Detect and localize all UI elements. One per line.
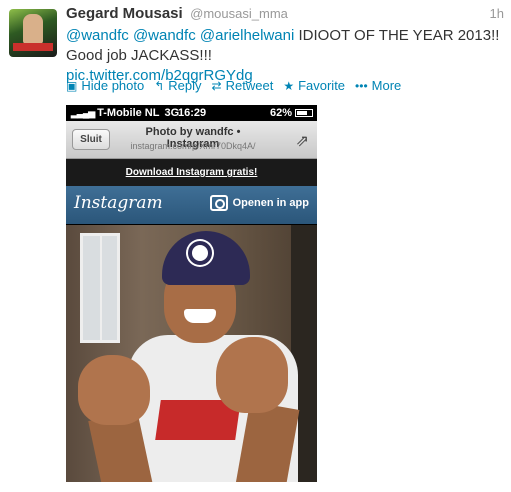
- person-left-hand: [78, 355, 150, 425]
- open-in-app: Openen in app: [209, 195, 309, 211]
- person-cap: [162, 231, 250, 285]
- favorite-star-icon: ★: [283, 78, 295, 93]
- camera-icon: [209, 195, 228, 211]
- retweet-button[interactable]: ⇄ Retweet: [212, 78, 274, 93]
- open-in-app-label: Openen in app: [232, 197, 309, 209]
- mentions-line: @wandfc @wandfc @arielhelwani IDIOOT OF …: [66, 26, 506, 66]
- more-dots-icon: •••: [355, 78, 368, 93]
- page-url: instagram.com/p/Xmr70Dkq4A/: [130, 141, 256, 151]
- network-label: 3G: [164, 107, 180, 119]
- author-avatar[interactable]: [9, 9, 57, 57]
- more-label: More: [371, 78, 402, 93]
- status-clock: 16:29: [178, 107, 207, 119]
- phone-status-bar: ▂▃▄▅ T-Mobile NL 3G 16:29 62%: [66, 105, 317, 121]
- person-mouth: [184, 309, 216, 323]
- person-right-hand: [216, 337, 288, 413]
- favorite-button[interactable]: ★ Favorite: [283, 78, 345, 93]
- tweet-actions: ▣ Hide photo ↰ Reply ⇄ Retweet ★ Favorit…: [66, 78, 401, 93]
- author-handle[interactable]: @mousasi_mma: [190, 6, 288, 21]
- instagram-app-bar: Instagram Openen in app: [66, 186, 317, 224]
- tweet-timestamp[interactable]: 1h: [490, 6, 504, 21]
- mention-link[interactable]: @wandfc: [133, 27, 196, 44]
- avatar-figure: [23, 14, 43, 44]
- retweet-label: Retweet: [225, 78, 274, 93]
- share-icon: ⇗: [295, 133, 309, 150]
- photo-scene: [66, 225, 317, 482]
- battery-icon: [295, 109, 313, 117]
- carrier-label: T-Mobile NL: [97, 107, 160, 119]
- embedded-photo[interactable]: ▂▃▄▅ T-Mobile NL 3G 16:29 62% Sluit Phot…: [66, 105, 317, 482]
- favorite-label: Favorite: [298, 78, 346, 93]
- hide-photo-label: Hide photo: [81, 78, 145, 93]
- retweet-icon: ⇄: [211, 78, 222, 93]
- reply-label: Reply: [168, 78, 202, 93]
- close-button: Sluit: [72, 129, 110, 150]
- mention-link[interactable]: @arielhelwani: [200, 27, 294, 44]
- reply-icon: ↰: [154, 78, 165, 93]
- mention-link[interactable]: @wandfc: [66, 27, 129, 44]
- reply-button[interactable]: ↰ Reply: [154, 78, 201, 93]
- tweet-header: Gegard Mousasi @mousasi_mma 1h: [66, 5, 506, 25]
- instagram-logo: Instagram: [74, 193, 163, 213]
- cap-logo: [188, 241, 212, 265]
- more-button[interactable]: ••• More: [355, 78, 401, 93]
- download-banner: Download Instagram gratis!: [66, 159, 317, 186]
- tweet-text: @wandfc @wandfc @arielhelwani IDIOOT OF …: [66, 26, 506, 86]
- background-window: [80, 233, 120, 343]
- battery-percent: 62%: [269, 107, 292, 119]
- avatar-banner: [13, 43, 53, 51]
- battery-indicator: 62%: [270, 107, 313, 119]
- hide-photo-button[interactable]: ▣ Hide photo: [66, 78, 144, 93]
- browser-nav-bar: Sluit Photo by wandfc • Instagram instag…: [66, 121, 317, 159]
- photo-icon: ▣: [66, 78, 78, 93]
- signal-icon: ▂▃▄▅: [71, 107, 95, 118]
- author-name[interactable]: Gegard Mousasi: [66, 5, 183, 22]
